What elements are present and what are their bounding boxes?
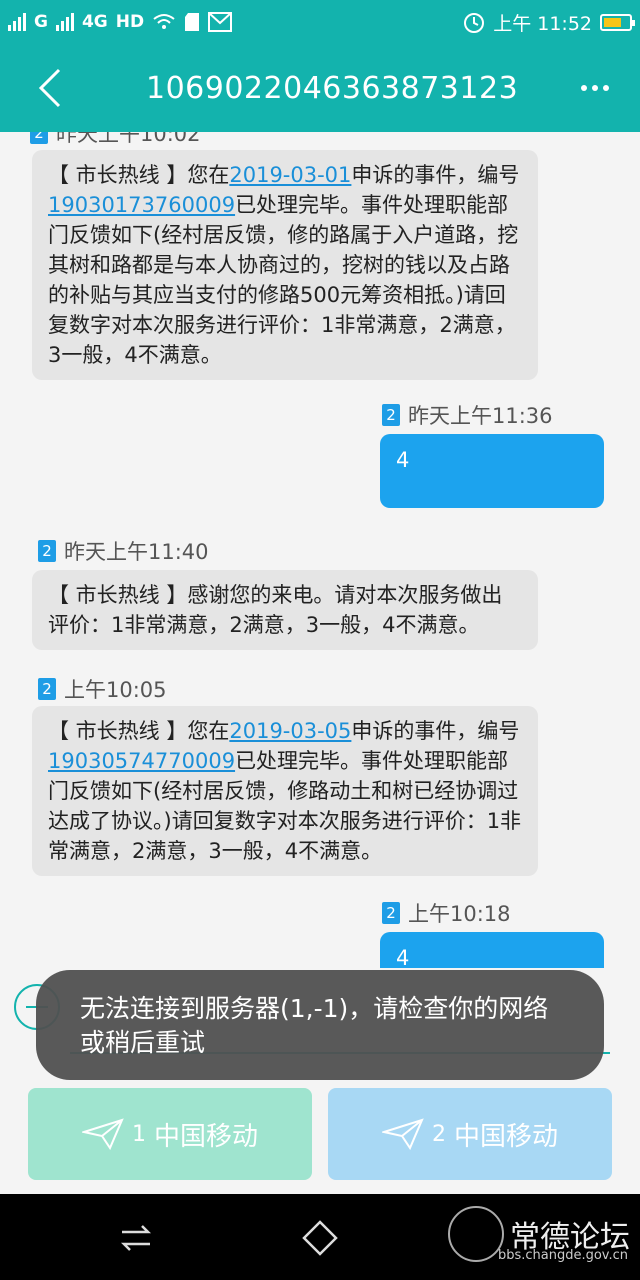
watermark-url: bbs.changde.gov.cn <box>497 1248 628 1263</box>
incoming-message-bubble[interactable]: 【 市长热线 】感谢您的来电。请对本次服务做出评价：1非常满意，2满意，3一般，… <box>32 570 538 650</box>
incoming-message-bubble[interactable]: 【 市长热线 】您在2019-03-01申诉的事件，编号190301737600… <box>32 150 538 380</box>
outgoing-message-bubble[interactable]: 4 <box>380 932 604 968</box>
message-timestamp: 2 昨天上午11:40 <box>38 536 209 566</box>
sim-badge: 2 <box>382 404 400 426</box>
clock: 上午 11:52 <box>493 12 592 35</box>
sd-card-icon <box>185 13 200 31</box>
system-nav-bar: 常德论坛 bbs.changde.gov.cn <box>0 1194 640 1280</box>
case-number-link[interactable]: 19030574770009 <box>48 749 235 773</box>
sim-number: 2 <box>431 1121 446 1147</box>
hd-label: HD <box>115 12 145 32</box>
sim-badge: 2 <box>38 678 56 700</box>
date-link[interactable]: 2019-03-05 <box>229 719 351 743</box>
message-timestamp: 2 昨天上午11:36 <box>382 400 553 430</box>
carrier-label: G <box>34 12 48 32</box>
conversation-header: 1069022046363873123 <box>0 44 640 132</box>
status-bar: G 4G HD 上午 11:52 <box>0 0 640 44</box>
case-number-link[interactable]: 19030173760009 <box>48 193 235 217</box>
switch-apps-icon[interactable] <box>116 1218 156 1258</box>
signal-icon <box>8 13 26 31</box>
sim-number: 1 <box>131 1121 146 1147</box>
date-link[interactable]: 2019-03-01 <box>229 163 351 187</box>
carrier-name: 中国移动 <box>153 1121 258 1152</box>
message-timestamp: 2 昨天上午10:02 <box>30 132 201 148</box>
send-icon <box>81 1118 124 1150</box>
forum-logo-icon <box>448 1206 504 1262</box>
carrier-name: 中国移动 <box>453 1121 558 1152</box>
wifi-icon <box>153 14 175 29</box>
sim-badge: 2 <box>38 540 56 562</box>
battery-icon <box>600 13 635 31</box>
message-timestamp: 2 上午10:05 <box>38 674 167 704</box>
network-type: 4G <box>81 12 108 32</box>
error-toast: 无法连接到服务器(1,-1)，请检查你的网络或稍后重试 <box>36 970 604 1080</box>
home-icon[interactable] <box>300 1218 340 1258</box>
conversation-title: 1069022046363873123 <box>146 70 519 106</box>
incoming-message-bubble[interactable]: 【 市长热线 】您在2019-03-05申诉的事件，编号190305747700… <box>32 706 538 876</box>
more-options-button[interactable] <box>550 44 640 132</box>
sim-badge: 2 <box>30 132 48 144</box>
chevron-left-icon <box>38 68 61 108</box>
back-button[interactable] <box>0 44 100 132</box>
send-sim1-button[interactable]: 1 中国移动 <box>28 1088 312 1180</box>
message-list[interactable]: 2 昨天上午10:02 【 市长热线 】您在2019-03-01申诉的事件，编号1… <box>0 132 640 968</box>
signal-icon-2 <box>55 13 74 31</box>
sim-badge: 2 <box>382 902 400 924</box>
send-bar: 1 中国移动 2 中国移动 <box>0 1080 640 1194</box>
send-icon <box>381 1118 424 1150</box>
send-sim2-button[interactable]: 2 中国移动 <box>328 1088 612 1180</box>
outgoing-message-bubble[interactable]: 4 <box>380 434 604 508</box>
alarm-icon <box>464 13 485 33</box>
message-timestamp: 2 上午10:18 <box>382 898 511 928</box>
mail-icon <box>208 12 233 32</box>
